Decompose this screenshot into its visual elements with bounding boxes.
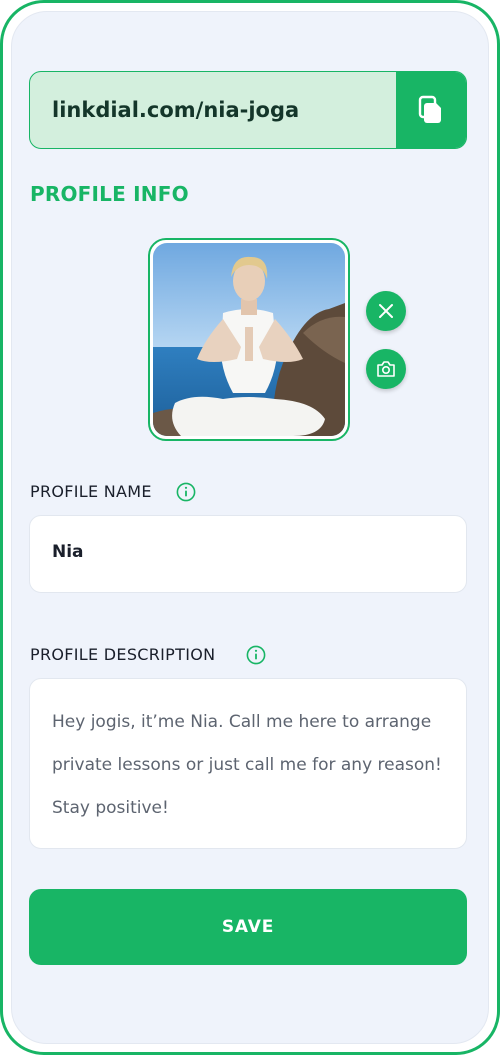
remove-photo-button[interactable] [366, 291, 406, 331]
profile-photo[interactable] [148, 238, 350, 441]
profile-name-value: Nia [52, 542, 84, 562]
section-title-profile-info: PROFILE INFO [30, 182, 189, 206]
profile-name-input[interactable]: Nia [29, 515, 467, 593]
copy-link-button[interactable] [396, 72, 466, 148]
profile-link-text: linkdial.com/nia-joga [52, 98, 300, 122]
change-photo-button[interactable] [366, 349, 406, 389]
profile-photo-image [153, 243, 345, 436]
info-icon[interactable] [246, 645, 266, 665]
save-button[interactable]: SAVE [29, 889, 467, 965]
profile-name-label: PROFILE NAME [30, 482, 152, 501]
profile-link-bar: linkdial.com/nia-joga [29, 71, 467, 149]
copy-icon [418, 95, 441, 123]
close-icon [379, 304, 393, 318]
camera-icon [377, 361, 395, 377]
info-icon[interactable] [176, 482, 196, 502]
profile-description-label: PROFILE DESCRIPTION [30, 645, 216, 664]
profile-description-textarea[interactable]: Hey jogis, it’me Nia. Call me here to ar… [29, 678, 467, 849]
profile-description-value: Hey jogis, it’me Nia. Call me here to ar… [52, 712, 442, 818]
